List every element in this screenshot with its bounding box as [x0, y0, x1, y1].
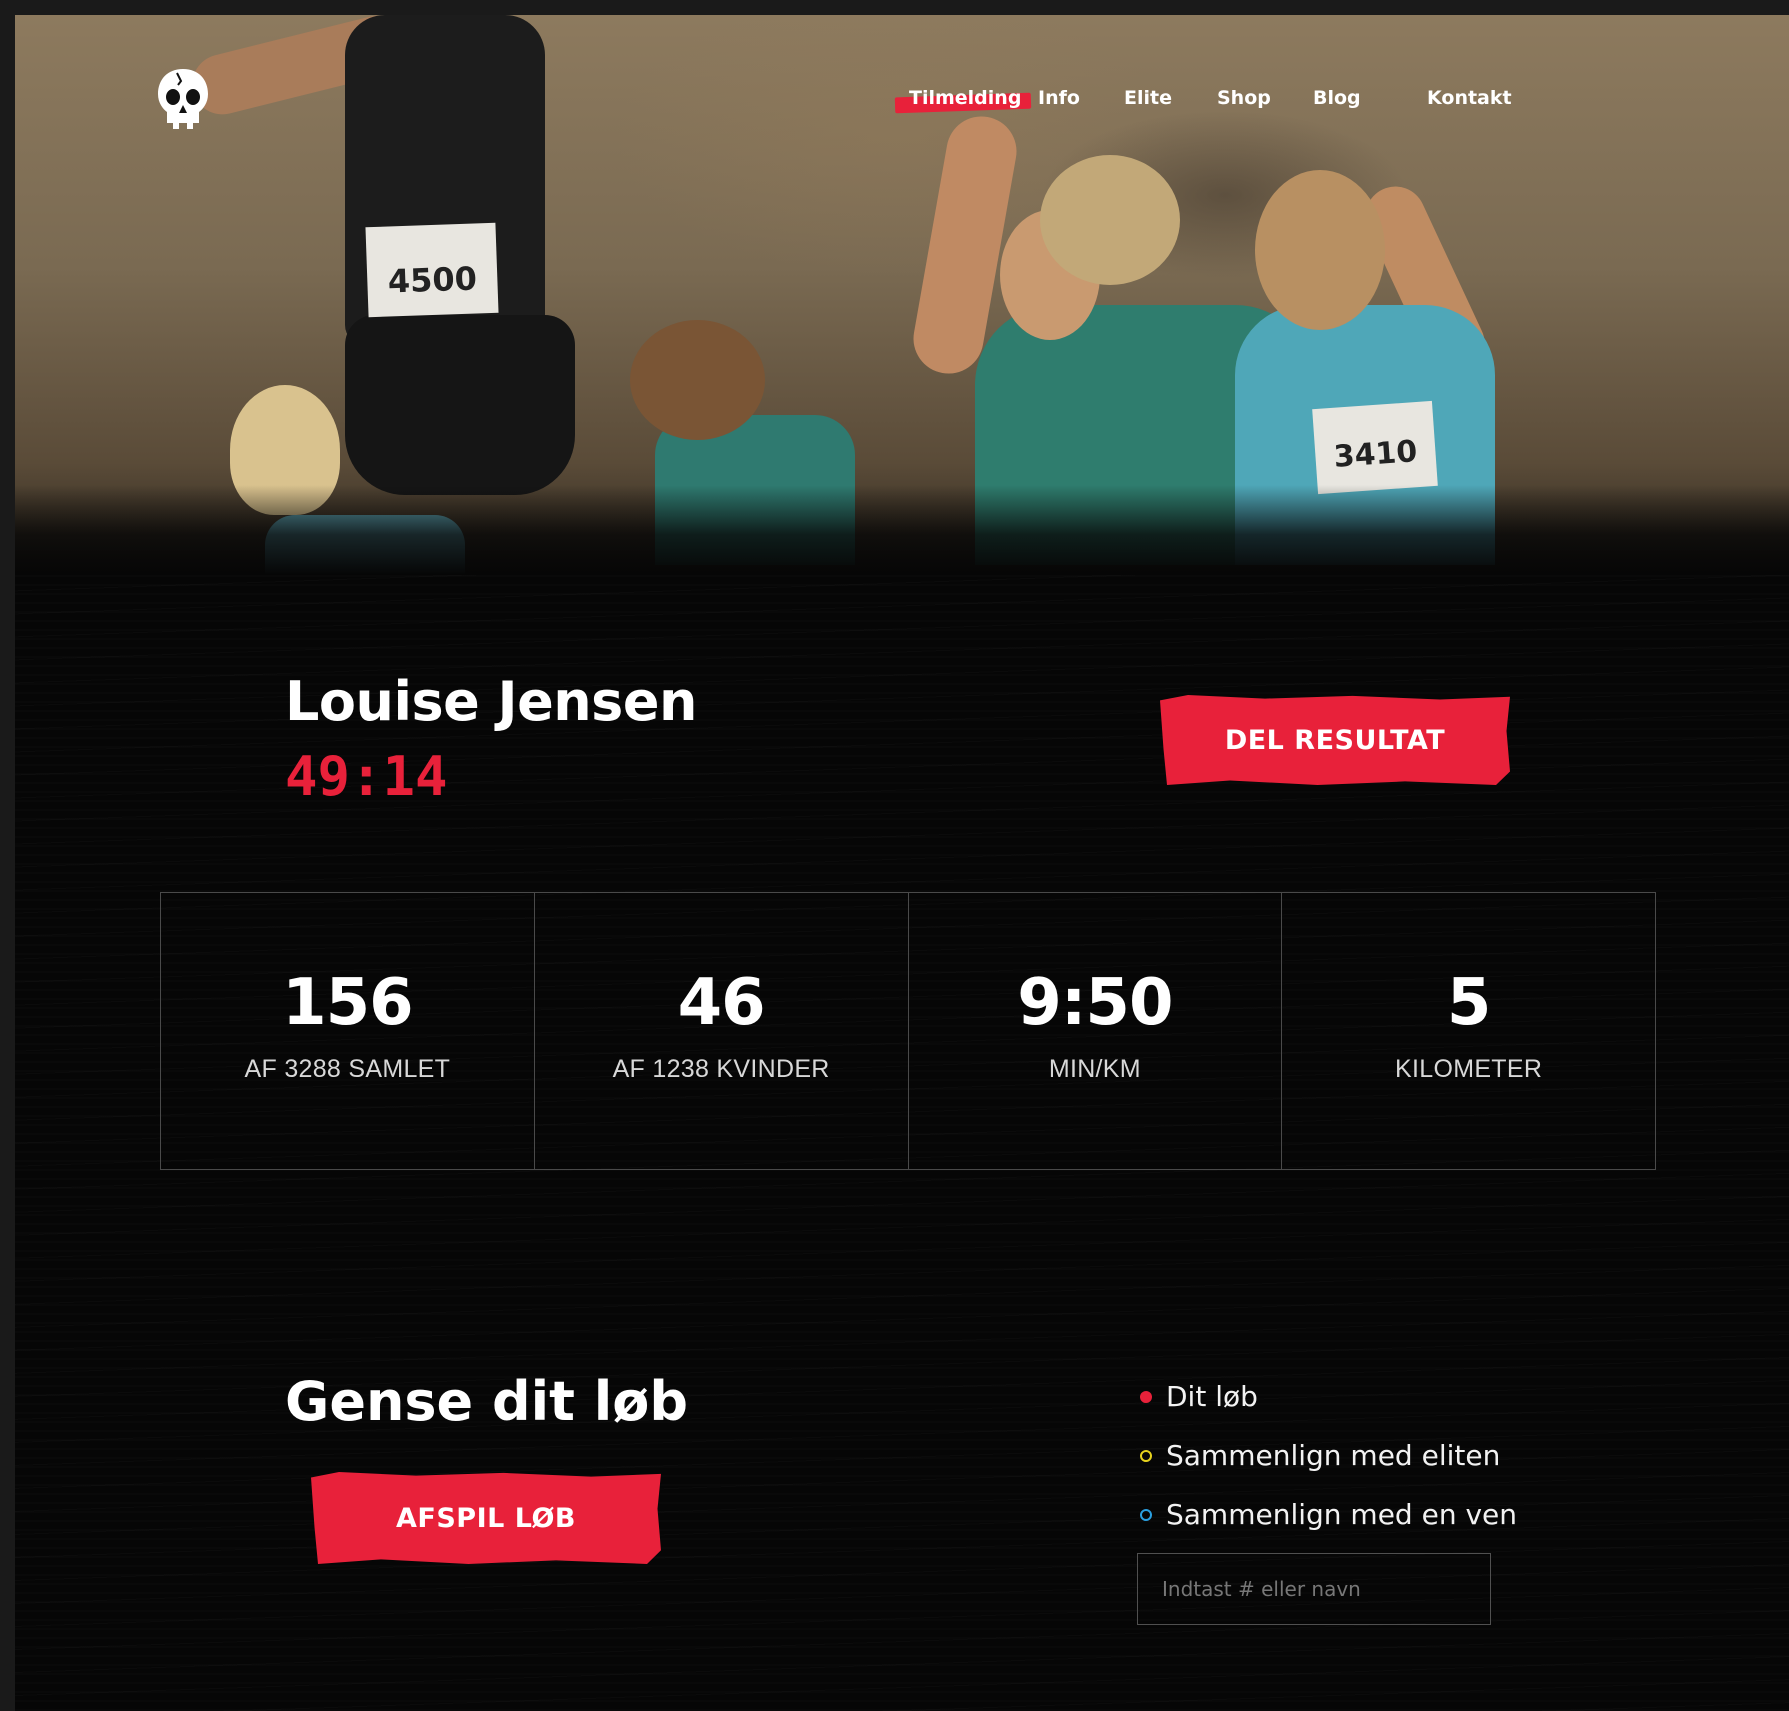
stat-women-rank: 46 AF 1238 KVINDER: [535, 893, 909, 1169]
stat-distance: 5 KILOMETER: [1282, 893, 1655, 1169]
nav-shop[interactable]: Shop: [1217, 87, 1271, 109]
athlete-center-hair: [1040, 155, 1180, 285]
athlete-right-head: [1255, 170, 1385, 330]
athlete-blonde-body: [265, 515, 465, 575]
legend-compare-elite[interactable]: Sammenlign med eliten: [1140, 1439, 1500, 1472]
athlete-blonde-head: [230, 385, 340, 515]
athlete-curly-head: [630, 320, 765, 440]
yellow-ring-icon: [1140, 1449, 1152, 1462]
stat-label: MIN/KM: [1048, 1055, 1141, 1083]
skull-logo-icon[interactable]: [155, 67, 211, 133]
stats-grid: 156 AF 3288 SAMLET 46 AF 1238 KVINDER 9:…: [160, 892, 1656, 1170]
legend-label: Sammenlign med eliten: [1166, 1439, 1501, 1472]
nav-kontakt[interactable]: Kontakt: [1427, 87, 1512, 109]
replay-heading: Gense dit løb: [285, 1370, 688, 1433]
stat-label: AF 1238 KVINDER: [612, 1055, 830, 1083]
page: 4500 3410 Tilmelding Info Elite Shop Blo…: [15, 15, 1789, 1711]
finish-time: 49:14: [285, 745, 448, 808]
stat-label: AF 3288 SAMLET: [244, 1055, 451, 1083]
stat-value: 46: [677, 966, 766, 1040]
stat-overall-rank: 156 AF 3288 SAMLET: [161, 893, 535, 1169]
legend-label: Sammenlign med en ven: [1166, 1498, 1518, 1531]
runner-name: Louise Jensen: [285, 670, 697, 733]
legend-your-race[interactable]: Dit løb: [1140, 1380, 1258, 1413]
nav-elite[interactable]: Elite: [1124, 87, 1172, 109]
play-race-button[interactable]: AFSPIL LØB: [311, 1472, 661, 1564]
stat-value: 9:50: [1017, 966, 1173, 1040]
legend-label: Dit løb: [1166, 1380, 1258, 1413]
stat-value: 156: [282, 966, 414, 1040]
legend-compare-friend[interactable]: Sammenlign med en ven: [1140, 1498, 1517, 1531]
blue-ring-icon: [1140, 1508, 1152, 1521]
nav-info[interactable]: Info: [1038, 87, 1080, 109]
nav-blog[interactable]: Blog: [1313, 87, 1361, 109]
stat-label: KILOMETER: [1395, 1055, 1543, 1083]
stat-pace: 9:50 MIN/KM: [909, 893, 1283, 1169]
nav-tilmelding[interactable]: Tilmelding: [909, 87, 1021, 109]
race-bib: 3410: [1312, 400, 1438, 495]
red-dot-icon: [1140, 1390, 1152, 1403]
friend-search-input[interactable]: [1137, 1553, 1491, 1625]
stat-value: 5: [1446, 966, 1492, 1040]
share-result-button[interactable]: DEL RESULTAT: [1160, 695, 1510, 785]
race-bib: 4500: [365, 222, 499, 318]
athlete-black-shorts: [345, 315, 575, 495]
